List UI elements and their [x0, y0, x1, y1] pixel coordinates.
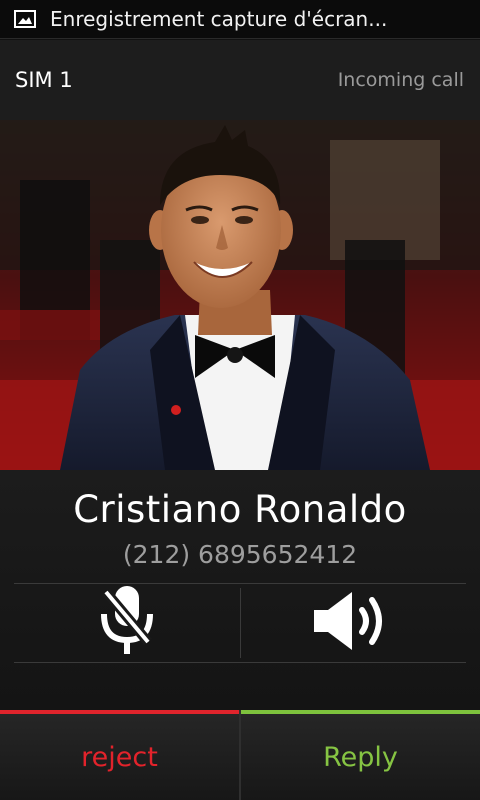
reject-button[interactable]: reject [0, 710, 239, 800]
speaker-button[interactable] [241, 584, 467, 662]
caller-name: Cristiano Ronaldo [73, 488, 407, 531]
notification-text: Enregistrement capture d'écran... [50, 7, 388, 31]
speaker-icon [308, 586, 398, 660]
sim-label: SIM 1 [15, 68, 73, 92]
call-state: Incoming call [337, 69, 464, 91]
call-controls [14, 583, 466, 663]
caller-number: (212) 6895652412 [122, 540, 358, 569]
reply-button[interactable]: Reply [241, 710, 480, 800]
image-icon [14, 10, 36, 28]
call-header: SIM 1 Incoming call [0, 40, 480, 120]
mute-button[interactable] [14, 584, 240, 662]
caller-photo [0, 120, 480, 470]
call-actions: reject Reply [0, 710, 480, 800]
status-bar: Enregistrement capture d'écran... [0, 0, 480, 39]
mic-mute-icon [92, 582, 162, 664]
